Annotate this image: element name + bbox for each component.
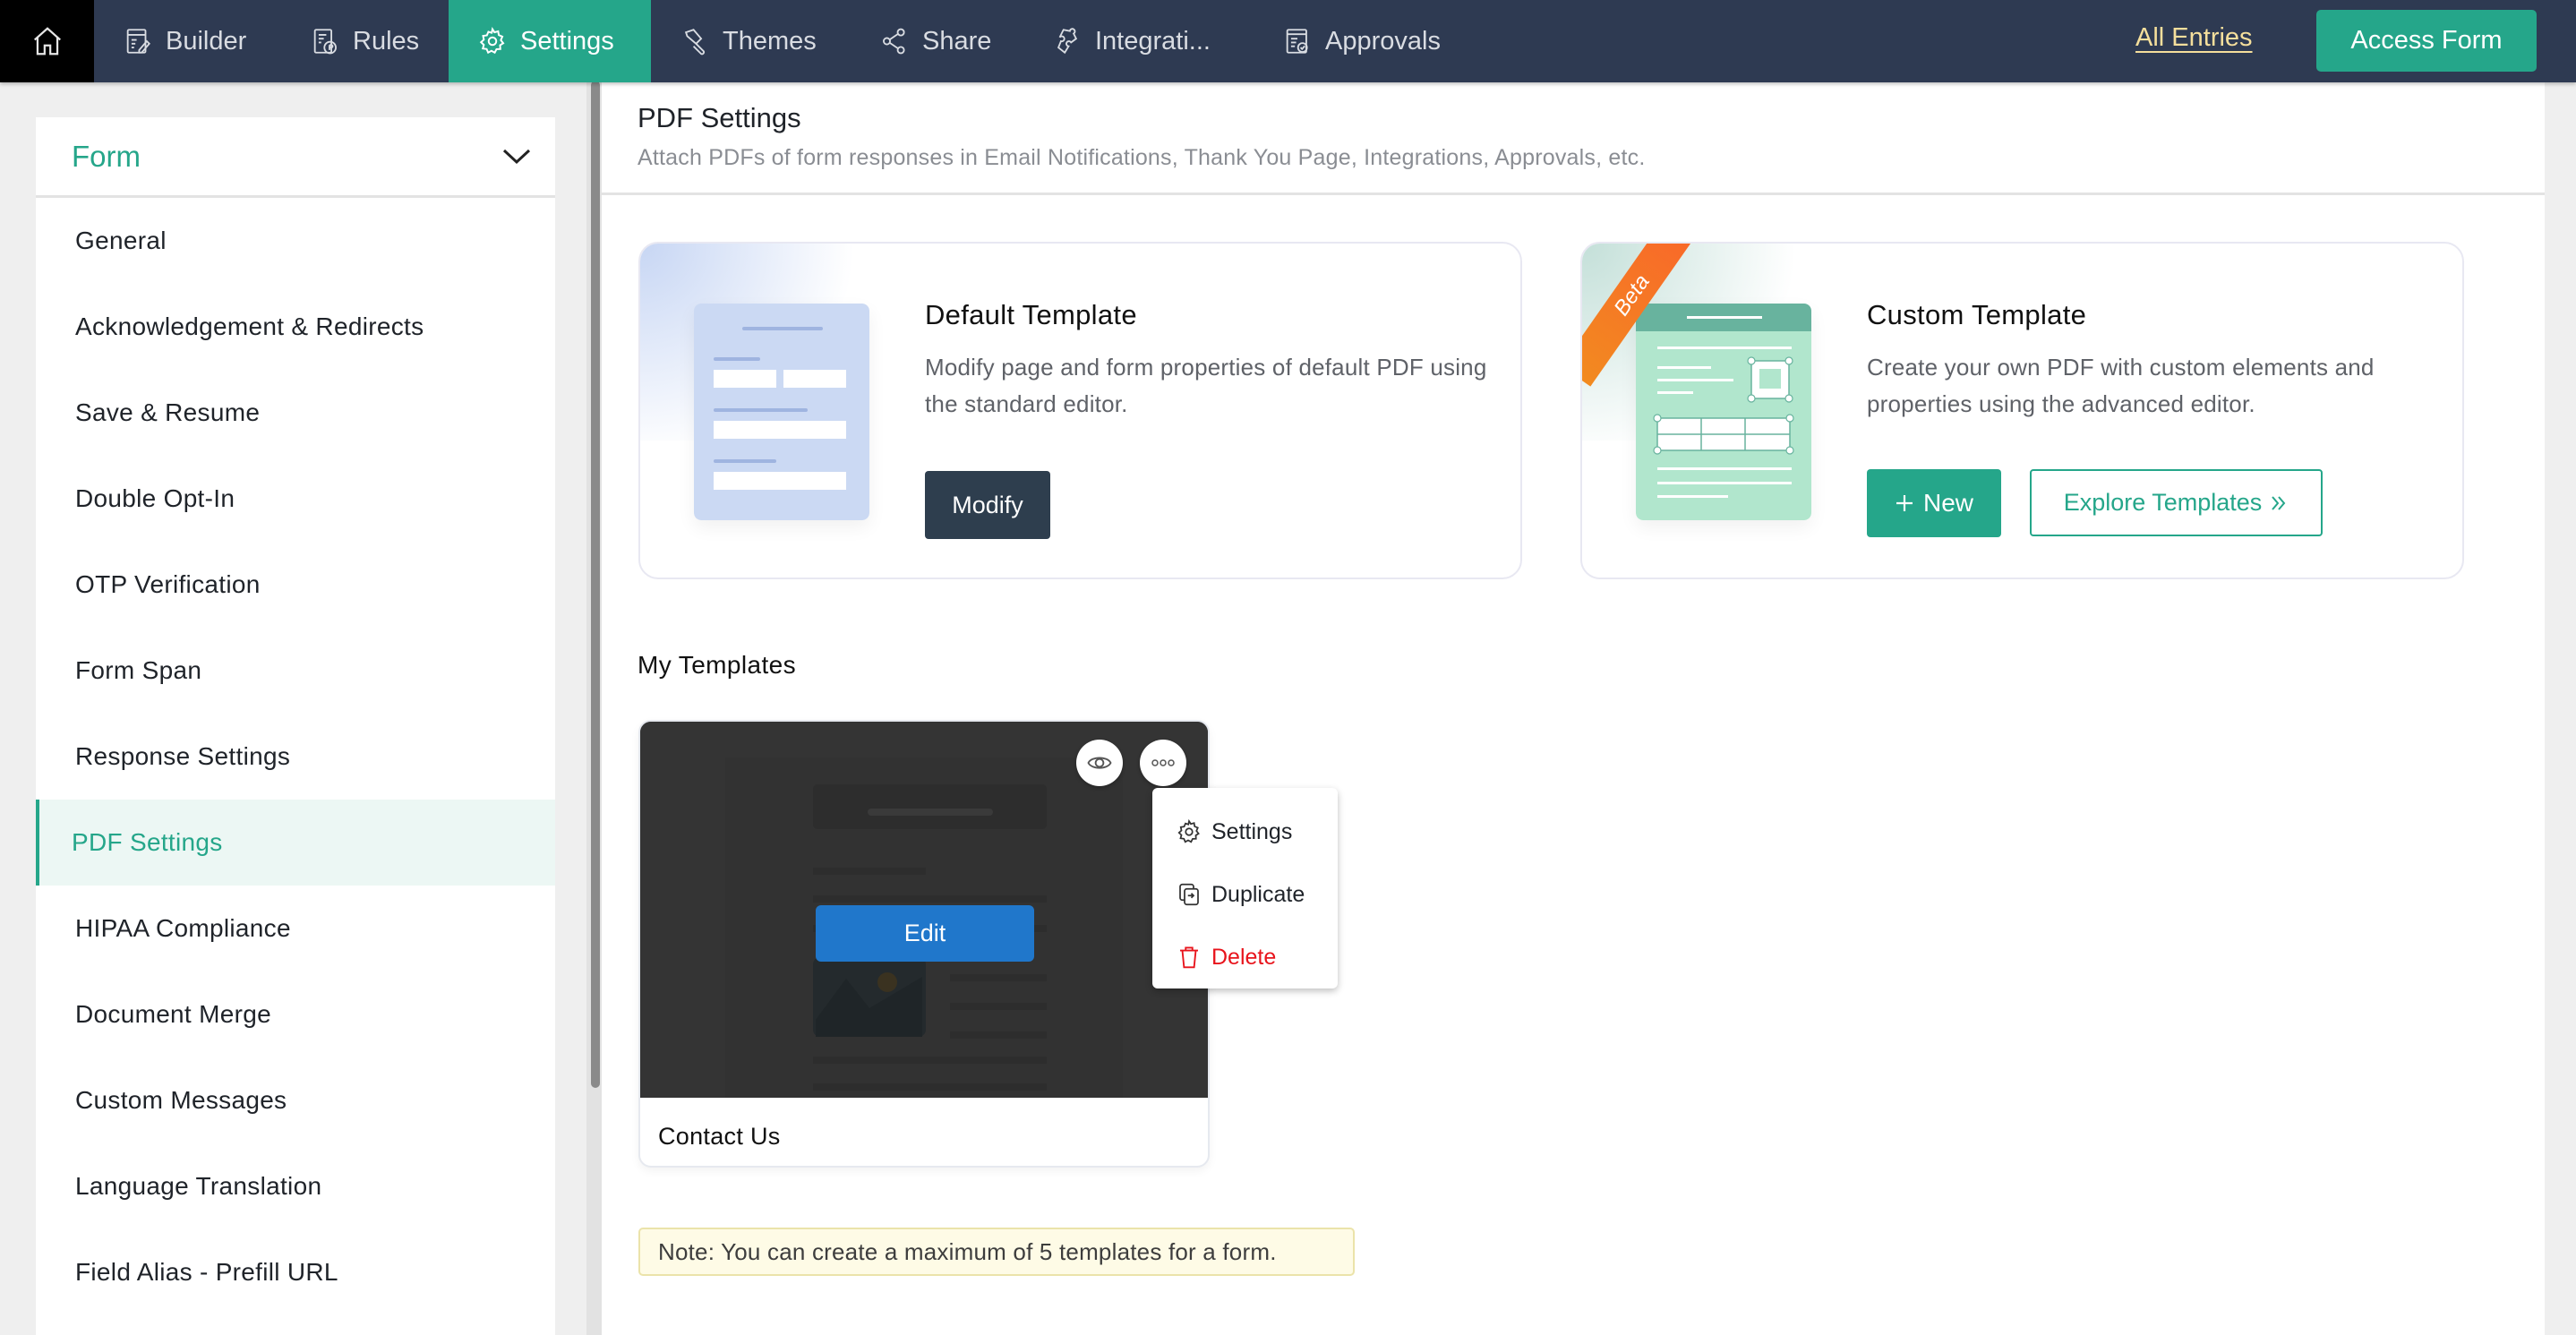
default-template-description: Modify page and form properties of defau… <box>925 354 1487 417</box>
rules-icon <box>313 29 337 55</box>
tab-label: Approvals <box>1325 26 1441 56</box>
tab-approvals[interactable]: Approvals <box>1254 0 1469 82</box>
home-button[interactable] <box>0 0 94 82</box>
custom-template-title: Custom Template <box>1867 299 2087 330</box>
template-preview: Edit <box>640 722 1208 1098</box>
sidebar-item-custom-messages[interactable]: Custom Messages <box>36 1057 555 1143</box>
sidebar-item-general[interactable]: General <box>36 198 555 284</box>
tab-label: Themes <box>723 26 817 56</box>
tab-label: Settings <box>520 26 614 56</box>
sidebar-item-otp-verification[interactable]: OTP Verification <box>36 542 555 628</box>
settings-sidebar: Form General Acknowledgement & Redirects… <box>36 117 555 1335</box>
menu-item-label: Settings <box>1211 818 1293 844</box>
more-horizontal-icon <box>1151 759 1175 766</box>
plus-icon <box>1896 495 1913 511</box>
puzzle-icon <box>1057 28 1078 55</box>
main-content: PDF Settings Attach PDFs of form respons… <box>602 82 2545 1335</box>
preview-button[interactable] <box>1076 740 1123 786</box>
page-header: PDF Settings Attach PDFs of form respons… <box>602 82 2545 195</box>
builder-icon <box>126 29 151 54</box>
menu-item-duplicate[interactable]: Duplicate <box>1152 863 1338 926</box>
access-form-button[interactable]: Access Form <box>2316 10 2537 72</box>
my-templates-heading: My Templates <box>638 651 797 679</box>
page-title: PDF Settings <box>638 102 801 133</box>
menu-item-label: Duplicate <box>1211 881 1305 907</box>
gear-icon <box>1177 818 1200 843</box>
home-icon <box>33 27 61 56</box>
sidebar-item-hipaa-compliance[interactable]: HIPAA Compliance <box>36 886 555 971</box>
sidebar-scrollbar-thumb[interactable] <box>591 81 600 1088</box>
menu-item-label: Delete <box>1211 944 1277 970</box>
sidebar-section-form[interactable]: Form <box>36 117 555 198</box>
double-chevron-right-icon <box>2272 495 2286 510</box>
sidebar-item-document-merge[interactable]: Document Merge <box>36 971 555 1057</box>
duplicate-icon <box>1179 883 1199 906</box>
paint-brush-icon <box>684 29 706 56</box>
menu-item-settings[interactable]: Settings <box>1152 800 1338 863</box>
new-template-label: New <box>1922 489 1973 517</box>
sidebar-item-language-translation[interactable]: Language Translation <box>36 1143 555 1229</box>
sidebar-section-title: Form <box>72 139 141 173</box>
template-limit-note: Note: You can create a maximum of 5 temp… <box>638 1228 1355 1276</box>
tab-themes[interactable]: Themes <box>651 0 845 82</box>
template-card[interactable]: Edit Contact Us <box>638 720 1210 1168</box>
sidebar-item-double-opt-in[interactable]: Double Opt-In <box>36 456 555 542</box>
all-entries-link[interactable]: All Entries <box>2135 23 2253 53</box>
tab-share[interactable]: Share <box>851 0 1020 82</box>
eye-icon <box>1087 757 1112 769</box>
modify-button[interactable]: Modify <box>925 471 1050 539</box>
template-options-menu: Settings Duplicate Delete <box>1152 788 1338 988</box>
custom-template-description: Create your own PDF with custom elements… <box>1867 354 2375 417</box>
new-template-button[interactable]: New <box>1867 469 2001 537</box>
sidebar-item-acknowledgement[interactable]: Acknowledgement & Redirects <box>36 284 555 370</box>
edit-template-button[interactable]: Edit <box>816 905 1034 962</box>
custom-template-card: Beta Custom Template Create your own PDF… <box>1580 242 2464 579</box>
approvals-icon <box>1286 29 1308 54</box>
explore-templates-label: Explore Templates <box>2063 489 2263 516</box>
default-template-card: Default Template Modify page and form pr… <box>638 242 1522 579</box>
page-subtitle: Attach PDFs of form responses in Email N… <box>638 145 1646 170</box>
more-options-button[interactable] <box>1140 740 1186 786</box>
tab-label: Share <box>922 26 992 56</box>
sidebar-item-form-span[interactable]: Form Span <box>36 628 555 714</box>
top-nav: Builder Rules Settings Themes Share Inte… <box>0 0 2576 82</box>
tab-label: Integrati... <box>1095 26 1211 56</box>
tab-integrations[interactable]: Integrati... <box>1023 0 1239 82</box>
default-template-title: Default Template <box>925 299 1137 330</box>
sidebar-item-field-alias[interactable]: Field Alias - Prefill URL <box>36 1229 555 1315</box>
gear-icon <box>479 26 505 55</box>
explore-templates-button[interactable]: Explore Templates <box>2030 469 2323 536</box>
sidebar-item-response-settings[interactable]: Response Settings <box>36 714 555 800</box>
tab-label: Rules <box>353 26 420 56</box>
custom-template-illustration <box>1636 304 1811 520</box>
share-icon <box>883 28 905 55</box>
chevron-down-icon <box>502 149 531 164</box>
tab-rules[interactable]: Rules <box>281 0 448 82</box>
tab-label: Builder <box>166 26 247 56</box>
sidebar-item-pdf-settings[interactable]: PDF Settings <box>36 800 555 886</box>
trash-icon <box>1180 946 1198 969</box>
menu-item-delete[interactable]: Delete <box>1152 926 1338 988</box>
template-name: Contact Us <box>658 1123 781 1150</box>
default-template-illustration <box>694 304 869 520</box>
sidebar-item-save-resume[interactable]: Save & Resume <box>36 370 555 456</box>
tab-settings[interactable]: Settings <box>449 0 651 82</box>
tab-builder[interactable]: Builder <box>94 0 275 82</box>
